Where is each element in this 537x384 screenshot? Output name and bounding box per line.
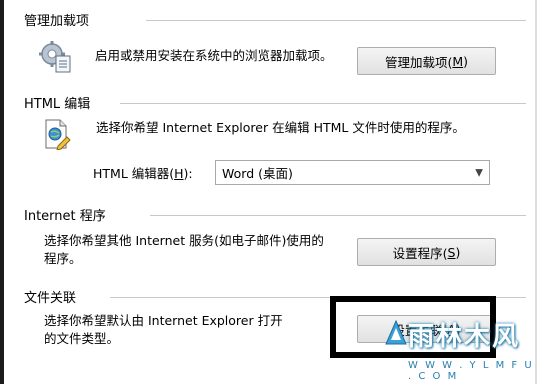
label-accesskey: H: [174, 166, 184, 181]
section-title-file-associations: 文件关联: [24, 291, 77, 306]
internet-programs-description-line2: 程序。: [44, 251, 82, 266]
html-editor-label: HTML 编辑器(H):: [93, 165, 193, 183]
section-divider: [120, 103, 526, 104]
internet-programs-description-line1: 选择你希望其他 Internet 服务(如电子邮件)使用的: [44, 233, 324, 248]
button-label: 管理加载项(: [384, 54, 453, 70]
section-divider: [146, 20, 526, 21]
file-assoc-description-line1: 选择你希望默认由 Internet Explorer 打开: [44, 313, 283, 328]
button-accesskey: M: [452, 53, 464, 69]
watermark-text: 雨林木风: [408, 322, 521, 352]
section-title-html-editing: HTML 编辑: [24, 97, 91, 112]
button-label: 设置程序(: [392, 245, 448, 261]
set-programs-button[interactable]: 设置程序(S): [357, 238, 496, 266]
html-editor-icon: [42, 118, 72, 151]
html-editor-select[interactable]: Word (桌面) ▼: [215, 160, 490, 185]
label-end: ):: [183, 166, 193, 181]
html-editor-selected-value: Word (桌面): [222, 166, 293, 181]
html-editor-description: 选择你希望 Internet Explorer 在编辑 HTML 文件时使用的程…: [96, 120, 465, 135]
section-title-addons: 管理加载项: [24, 14, 90, 29]
watermark-logo-icon: [384, 319, 408, 346]
window-frame-left: [0, 0, 4, 384]
addons-gear-icon: [38, 38, 74, 74]
addons-description: 启用或禁用安装在系统中的浏览器加载项。: [95, 48, 333, 63]
label-text: HTML 编辑器(: [93, 166, 175, 181]
section-divider: [150, 215, 526, 216]
section-title-internet-programs: Internet 程序: [24, 209, 106, 224]
watermark-url: W W W . Y L M F U . C O M: [408, 360, 534, 382]
button-label-end: ): [463, 53, 469, 69]
manage-addons-button[interactable]: 管理加载项(M): [357, 47, 496, 75]
button-accesskey: S: [447, 244, 456, 260]
file-assoc-description-line2: 的文件类型。: [44, 331, 120, 346]
button-label-end: ): [455, 244, 461, 260]
chevron-down-icon: ▼: [475, 167, 483, 178]
